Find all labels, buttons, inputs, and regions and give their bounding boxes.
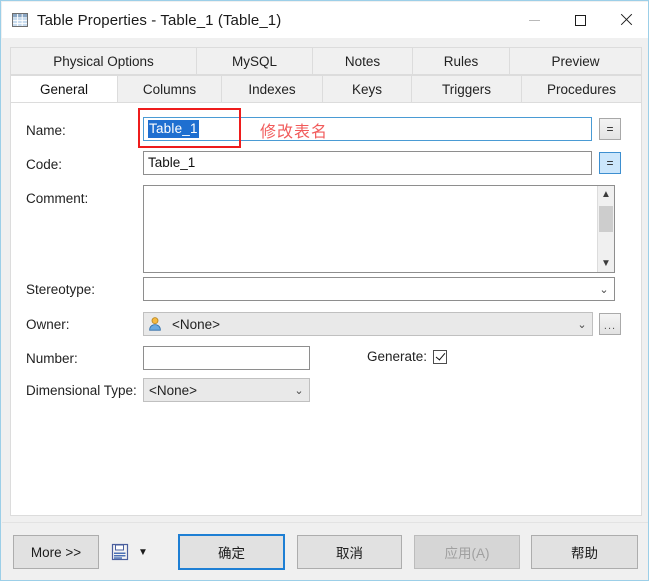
window-controls [511,2,648,38]
more-button[interactable]: More >> [13,535,99,569]
tab-preview[interactable]: Preview [510,47,642,75]
scroll-up-icon[interactable]: ▲ [598,186,614,203]
tab-label: General [39,81,89,97]
tab-label: Rules [443,53,479,69]
tab-notes[interactable]: Notes [313,47,413,75]
dimensional-type-value: <None> [149,382,198,398]
tab-label: Notes [344,53,381,69]
tab-label: Keys [351,81,382,97]
tab-label: Columns [142,81,197,97]
tab-keys[interactable]: Keys [323,75,412,103]
ok-button[interactable]: 确定 [178,534,285,570]
dimensional-type-combobox[interactable]: <None> ⌄ [143,378,310,402]
owner-combobox[interactable]: <None> ⌄ [143,312,593,336]
dimensional-type-label: Dimensional Type: [26,383,137,398]
cancel-button[interactable]: 取消 [297,535,402,569]
generate-checkbox-row[interactable]: Generate: [367,349,448,364]
save-icon[interactable] [111,543,129,561]
code-input-value: Table_1 [148,155,196,170]
table-grid-icon [11,11,29,29]
tab-row-upper: Physical Options MySQL Notes Rules Previ… [10,47,642,75]
dialog-footer: More >> ▼ 确定 取消 应用(A) 帮助 [2,522,648,580]
tab-label: MySQL [231,53,277,69]
code-label: Code: [26,157,63,172]
maximize-icon [574,14,586,26]
owner-value: <None> [172,316,221,332]
tab-mysql[interactable]: MySQL [197,47,313,75]
chevron-down-icon: ⌄ [599,283,609,296]
save-dropdown-arrow-icon[interactable]: ▼ [136,545,150,559]
tab-label: Triggers [441,81,491,97]
tab-row-lower: General Columns Indexes Keys Triggers Pr… [10,75,642,103]
name-label: Name: [26,123,66,138]
code-input[interactable]: Table_1 [143,151,592,175]
number-label: Number: [26,351,78,366]
close-button[interactable] [603,2,648,38]
tab-label: Physical Options [53,53,154,69]
tab-general[interactable]: General [10,75,118,103]
chevron-down-icon: ⌄ [577,318,587,331]
tab-rules[interactable]: Rules [413,47,510,75]
help-button[interactable]: 帮助 [531,535,638,569]
stereotype-label: Stereotype: [26,282,96,297]
minimize-icon [528,19,540,21]
code-equals-button[interactable]: = [599,152,621,174]
tab-label: Indexes [248,81,296,97]
scrollbar-thumb[interactable] [599,206,613,232]
tab-physical-options[interactable]: Physical Options [10,47,197,75]
tab-procedures[interactable]: Procedures [522,75,642,103]
name-input[interactable]: Table_1 [143,117,592,141]
general-tab-panel: Name: Table_1 = Code: Table_1 = Comment:… [10,102,642,516]
tab-indexes[interactable]: Indexes [222,75,323,103]
tab-columns[interactable]: Columns [118,75,222,103]
tab-label: Preview [551,53,600,69]
name-equals-button[interactable]: = [599,118,621,140]
comment-textarea[interactable]: ▲ ▼ [143,185,615,273]
scroll-down-icon[interactable]: ▼ [598,255,614,272]
tab-triggers[interactable]: Triggers [412,75,522,103]
comment-scrollbar[interactable]: ▲ ▼ [597,186,614,272]
owner-browse-button[interactable]: ... [599,313,621,335]
apply-button: 应用(A) [414,535,520,569]
tab-strip: Physical Options MySQL Notes Rules Previ… [10,47,642,103]
number-input[interactable] [143,346,310,370]
window-title: Table Properties - Table_1 (Table_1) [37,11,282,29]
user-icon [148,316,164,332]
minimize-button[interactable] [511,2,557,38]
tab-label: Procedures [546,81,617,97]
comment-label: Comment: [26,191,89,206]
owner-label: Owner: [26,317,70,332]
close-icon [619,13,633,27]
generate-checkbox[interactable] [433,349,448,364]
annotation-text: 修改表名 [260,124,329,141]
table-properties-dialog: Table Properties - Table_1 (Table_1) Phy… [0,0,649,581]
title-bar: Table Properties - Table_1 (Table_1) [2,2,648,38]
generate-label: Generate: [367,349,428,364]
stereotype-combobox[interactable]: ⌄ [143,277,615,301]
name-input-value: Table_1 [148,120,199,138]
maximize-button[interactable] [557,2,603,38]
chevron-down-icon: ⌄ [294,384,304,397]
